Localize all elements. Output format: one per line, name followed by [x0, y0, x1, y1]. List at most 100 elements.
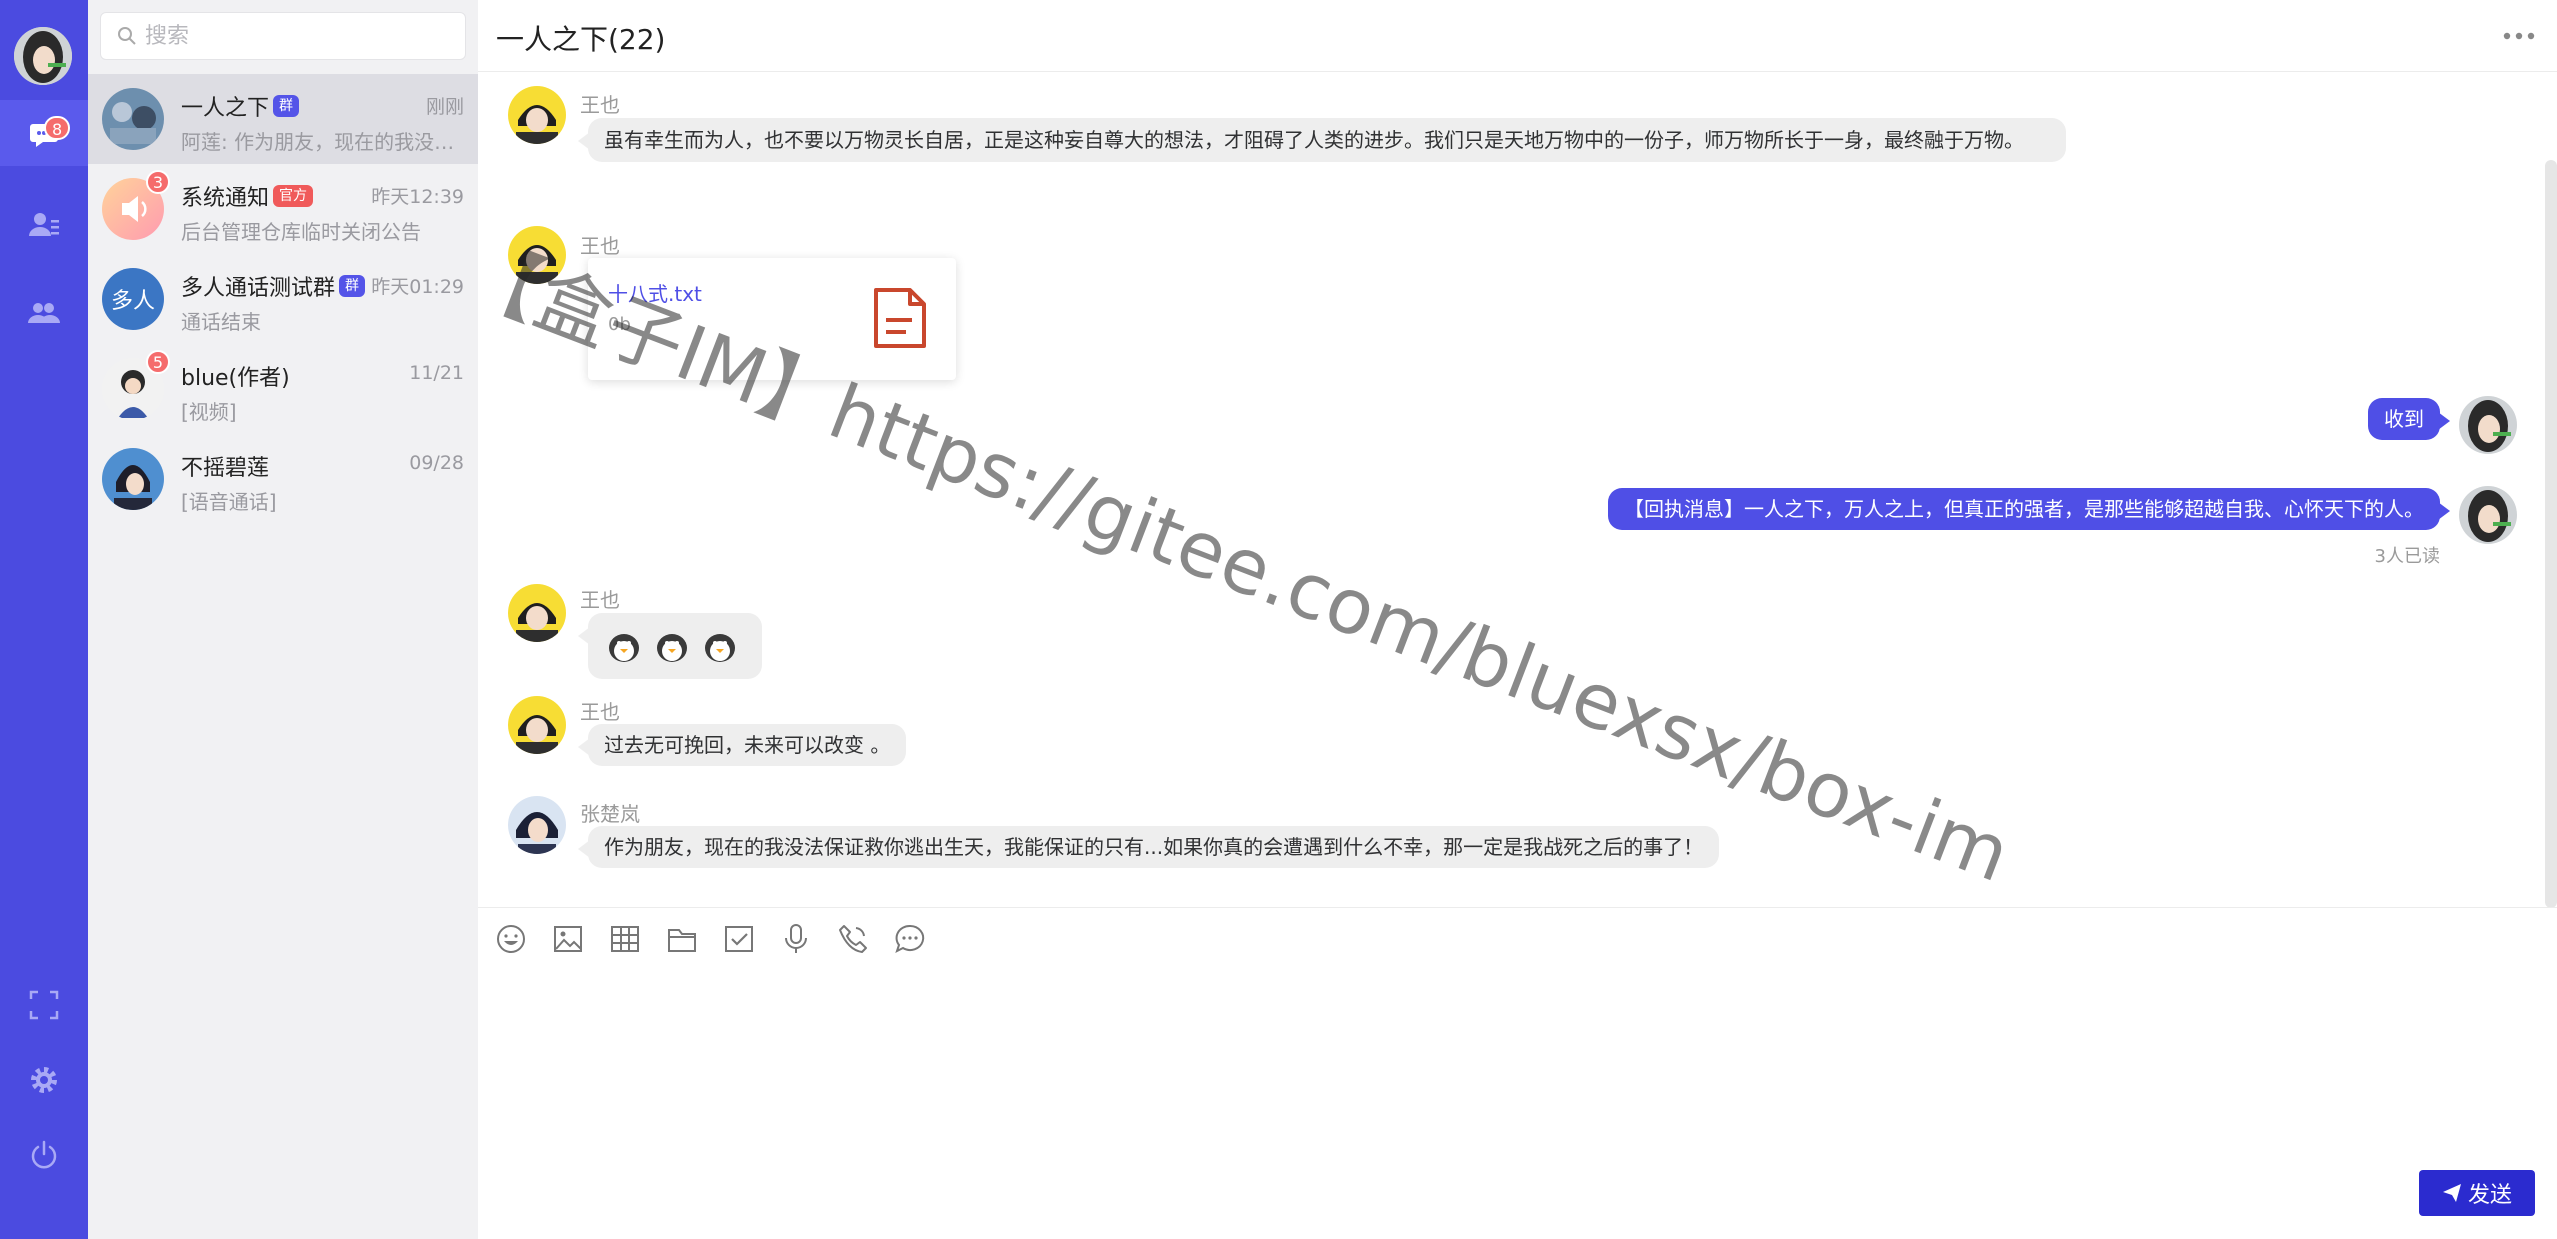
sender-avatar[interactable] — [508, 696, 566, 754]
sender-name: 王也 — [580, 700, 620, 724]
left-nav: 8 — [0, 0, 88, 1239]
folder-icon — [668, 929, 696, 952]
nav-contacts[interactable] — [0, 192, 88, 258]
message-bubble[interactable]: 【回执消息】一人之下，万人之上，但真正的强者，是那些能够超越自我、心怀天下的人。 — [1608, 488, 2450, 530]
image-icon — [554, 926, 582, 952]
conversation-preview: [视频] — [181, 400, 237, 424]
conversation-time: 昨天01:29 — [371, 276, 464, 298]
group-tag: 群 — [273, 95, 300, 117]
penguin-emoji — [609, 633, 639, 662]
unread-badge: 3 — [146, 170, 170, 194]
groups-icon — [28, 303, 60, 323]
message-bubble[interactable]: 过去无可挽回，未来可以改变 。 — [577, 724, 907, 766]
sender-name: 王也 — [580, 93, 620, 117]
nav-chat[interactable] — [0, 100, 88, 166]
conversation-list: 一人之下群 刚刚 阿莲: 作为朋友，现在的我没法... 3 系统通知官方 昨天1… — [88, 0, 478, 1239]
sender-avatar[interactable] — [508, 796, 566, 854]
avatar-text: 多人 — [110, 289, 155, 314]
group-tag: 群 — [339, 275, 366, 297]
file-button[interactable] — [665, 922, 699, 956]
conversation-avatar — [102, 448, 164, 510]
nav-groups[interactable] — [0, 280, 88, 346]
sender-avatar[interactable] — [508, 86, 566, 144]
sender-avatar[interactable] — [508, 584, 566, 642]
table-button[interactable] — [608, 922, 642, 956]
phone-icon — [839, 925, 867, 953]
chat-title: 一人之下(22) — [496, 23, 666, 56]
nav-fullscreen[interactable] — [0, 972, 88, 1038]
conversation-name: blue(作者) — [181, 366, 290, 391]
emoji-message[interactable] — [578, 613, 762, 679]
image-button[interactable] — [551, 922, 585, 956]
my-avatar[interactable] — [2459, 396, 2517, 454]
file-name[interactable]: 十八式.txt — [608, 278, 702, 307]
sender-name: 王也 — [580, 234, 620, 258]
conversation-name: 不摇碧莲 — [181, 456, 270, 481]
emoji-icon — [497, 925, 525, 953]
input-toolbar — [494, 922, 950, 956]
file-size: 0b — [608, 314, 631, 335]
chat-history-button[interactable] — [893, 922, 927, 956]
call-button[interactable] — [836, 922, 870, 956]
conversation-time: 09/28 — [409, 452, 464, 474]
message-bubble[interactable]: 作为朋友，现在的我没法保证救你逃出生天，我能保证的只有...如果你真的会遭遇到什… — [577, 826, 1720, 868]
my-avatar[interactable] — [2459, 486, 2517, 544]
message-list: 王也 虽有幸生而为人，也不要以万物灵长自居，正是这种妄自尊大的想法，才阻碍了人类… — [478, 72, 2557, 908]
more-icon[interactable] — [2499, 22, 2539, 50]
conversation-preview: [语音通话] — [181, 490, 277, 514]
conversation-item[interactable]: 多人 多人通话测试群群 昨天01:29 通话结束 — [88, 254, 478, 344]
conversation-name: 一人之下 — [181, 96, 270, 121]
unread-badge: 5 — [146, 350, 170, 374]
conversation-name: 多人通话测试群 — [181, 276, 336, 301]
conversation-item[interactable]: 一人之下群 刚刚 阿莲: 作为朋友，现在的我没法... — [88, 74, 478, 164]
scrollbar[interactable] — [2545, 160, 2557, 908]
power-icon — [31, 1140, 57, 1169]
document-icon — [874, 288, 926, 348]
message-bubble[interactable]: 收到 — [2368, 398, 2450, 440]
voice-button[interactable] — [779, 922, 813, 956]
chat-bubble-icon — [895, 924, 925, 953]
penguin-emoji — [705, 633, 735, 662]
table-icon — [611, 926, 639, 952]
fullscreen-icon — [29, 990, 59, 1020]
conversation-name: 系统通知 — [181, 186, 270, 211]
checkbox-icon — [725, 926, 753, 952]
conversation-time: 昨天12:39 — [371, 186, 464, 208]
conversation-avatar — [102, 88, 164, 150]
send-button[interactable]: 发送 — [2419, 1170, 2535, 1216]
conversation-item[interactable]: 5 blue(作者) 11/21 [视频] — [88, 344, 478, 434]
paper-plane-icon — [2442, 1184, 2461, 1202]
emoji-button[interactable] — [494, 922, 528, 956]
official-tag: 官方 — [273, 185, 314, 207]
sender-name: 王也 — [580, 588, 620, 612]
search-input[interactable] — [145, 23, 445, 49]
search-box[interactable] — [100, 12, 466, 60]
gear-icon — [31, 1067, 57, 1093]
contacts-icon — [29, 213, 59, 236]
read-status[interactable]: 3人已读 — [2375, 542, 2440, 568]
nav-logout[interactable] — [0, 1122, 88, 1188]
sender-avatar[interactable] — [508, 226, 566, 284]
file-attachment[interactable]: 十八式.txt 0b — [588, 258, 956, 380]
search-icon — [118, 27, 136, 45]
chat-panel: 一人之下(22) 王也 虽有幸生而为人，也不要以万物灵长自居，正是这种妄自尊大的… — [478, 0, 2557, 1239]
conversation-item[interactable]: 不摇碧莲 09/28 [语音通话] — [88, 434, 478, 524]
conversation-avatar: 多人 — [102, 268, 164, 330]
conversation-item[interactable]: 3 系统通知 官方 昨天12:39 后台管理仓库临时关闭公告 — [88, 164, 478, 254]
conversation-time: 刚刚 — [425, 96, 464, 118]
microphone-icon — [785, 924, 807, 953]
user-avatar[interactable] — [14, 27, 72, 85]
penguin-emoji — [657, 633, 687, 662]
unread-badge: 8 — [44, 116, 71, 140]
message-bubble[interactable]: 虽有幸生而为人，也不要以万物灵长自居，正是这种妄自尊大的想法，才阻碍了人类的进步… — [578, 118, 2066, 162]
conversation-time: 11/21 — [409, 362, 464, 384]
conversation-preview: 阿莲: 作为朋友，现在的我没法... — [181, 130, 463, 154]
nav-settings[interactable] — [0, 1047, 88, 1113]
sender-name: 张楚岚 — [580, 802, 640, 826]
conversation-preview: 通话结束 — [181, 310, 261, 334]
send-label: 发送 — [2467, 1182, 2512, 1207]
message-input[interactable] — [494, 972, 2534, 1152]
receipt-button[interactable] — [722, 922, 756, 956]
conversation-preview: 后台管理仓库临时关闭公告 — [181, 220, 421, 244]
input-area: 发送 — [478, 907, 2557, 1239]
